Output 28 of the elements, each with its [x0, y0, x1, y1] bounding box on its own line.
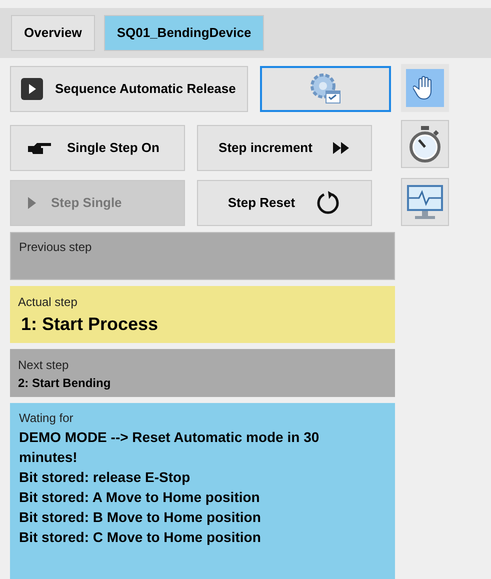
configuration-button[interactable]: [260, 66, 391, 112]
stopwatch-button[interactable]: [401, 120, 449, 168]
waiting-condition: Bit stored: release E-Stop: [19, 468, 192, 487]
play-icon: [27, 196, 37, 210]
panel-label: Previous step: [19, 239, 93, 256]
step-button[interactable]: Step increment: [197, 125, 372, 171]
panel-label: Next step: [18, 357, 70, 374]
waiting-condition: Bit stored: A Move to Home position: [19, 488, 261, 507]
waiting-condition: Bit stored: B Move to Home position: [19, 508, 262, 527]
monitor-button[interactable]: [401, 178, 449, 226]
monitor-icon: [405, 183, 445, 221]
tab[interactable]: Overview: [11, 15, 95, 51]
play-icon: [21, 78, 43, 100]
waiting-condition: DEMO MODE --> Reset Automatic mode in 30 minutes!: [19, 428, 320, 467]
fast-forward-icon: [332, 141, 350, 155]
next-step-value: 2: Start Bending: [18, 375, 112, 392]
sequence-release-button[interactable]: Sequence Automatic Release: [10, 66, 248, 112]
panel-label: Wating for: [19, 410, 74, 427]
reset-icon: [315, 190, 342, 216]
stopwatch-icon: [408, 125, 442, 163]
step-button[interactable]: Single Step On: [10, 125, 185, 171]
waiting-condition: Bit stored: C Move to Home position: [19, 528, 262, 547]
actual-step-value: 1: Start Process: [21, 313, 160, 336]
pointing-hand-icon: [27, 141, 53, 155]
manual-mode-button[interactable]: [401, 64, 449, 112]
tab[interactable]: SQ01_BendingDevice: [104, 15, 264, 51]
panel-label: Actual step: [18, 294, 78, 311]
step-button[interactable]: Step Reset: [197, 180, 372, 226]
